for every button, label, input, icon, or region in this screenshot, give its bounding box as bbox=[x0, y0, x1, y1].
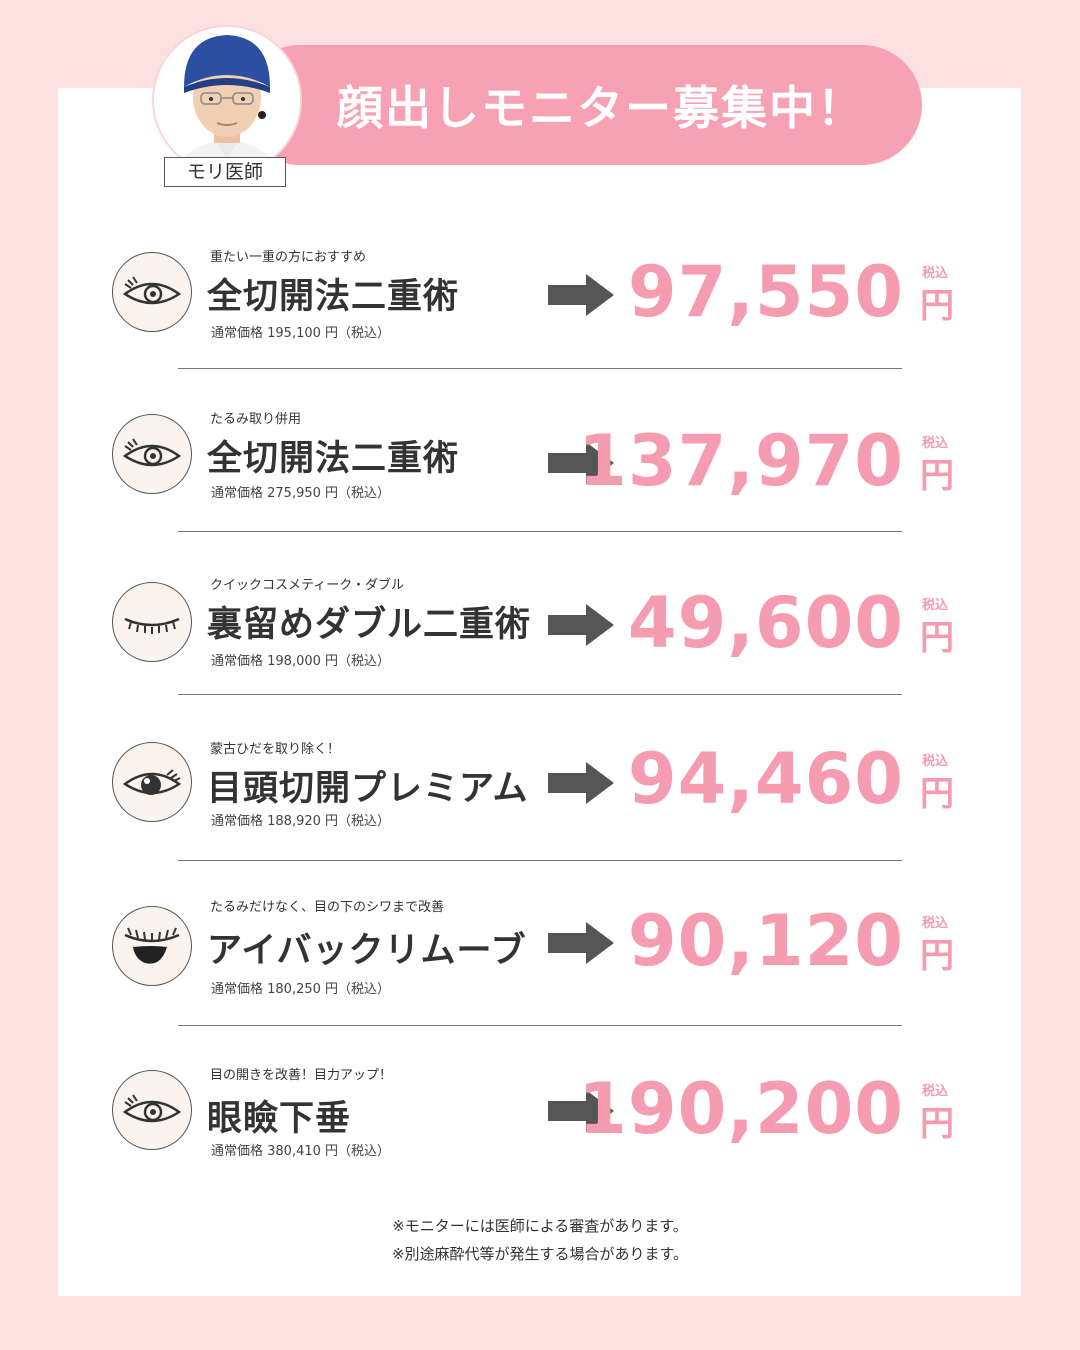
treatment-row: 蒙古ひだを取り除く！ 目頭切開プレミアム 通常価格 188,920 円（税込） … bbox=[0, 724, 1080, 844]
yen-label: 円 bbox=[920, 618, 954, 658]
under-eye-bag-icon bbox=[112, 906, 192, 986]
treatment-name: 眼瞼下垂 bbox=[207, 1099, 352, 1139]
treatment-subtitle: 目の開きを改善！目力アップ！ bbox=[210, 1068, 393, 1083]
arrow-right-icon bbox=[548, 274, 614, 316]
yen-label: 円 bbox=[920, 774, 954, 814]
arrow-right-icon bbox=[548, 922, 614, 964]
treatment-name: 全切開法二重術 bbox=[207, 439, 460, 479]
divider bbox=[178, 368, 902, 369]
divider bbox=[178, 860, 902, 861]
regular-price: 通常価格 275,950 円（税込） bbox=[211, 486, 391, 501]
open-eye-icon bbox=[112, 252, 192, 332]
yen-label: 円 bbox=[920, 936, 954, 976]
treatment-name: 裏留めダブル二重術 bbox=[207, 605, 532, 645]
monitor-price: 94,460 bbox=[627, 738, 904, 820]
divider bbox=[178, 531, 902, 532]
arrow-right-icon bbox=[548, 604, 614, 646]
large-pupil-eye-icon bbox=[112, 742, 192, 822]
doctor-name-tag: モリ医師 bbox=[164, 157, 286, 187]
treatment-row: 目の開きを改善！目力アップ！ 眼瞼下垂 通常価格 380,410 円（税込） 1… bbox=[0, 1052, 1080, 1172]
monitor-price: 137,970 bbox=[578, 420, 904, 502]
arrow-right-icon bbox=[548, 762, 614, 804]
treatment-row: 重たい一重の方におすすめ 全切開法二重術 通常価格 195,100 円（税込） … bbox=[0, 232, 1080, 352]
footnotes: ※モニターには医師による審査があります。 ※別途麻酔代等が発生する場合があります… bbox=[0, 1212, 1080, 1268]
yen-label: 円 bbox=[920, 456, 954, 496]
yen-label: 円 bbox=[920, 1104, 954, 1144]
regular-price: 通常価格 380,410 円（税込） bbox=[211, 1144, 391, 1159]
treatment-subtitle: 重たい一重の方におすすめ bbox=[210, 250, 367, 265]
open-eye-icon bbox=[112, 414, 192, 494]
footnote: ※モニターには医師による審査があります。 bbox=[392, 1217, 688, 1235]
regular-price: 通常価格 188,920 円（税込） bbox=[211, 814, 391, 829]
treatment-subtitle: 蒙古ひだを取り除く！ bbox=[210, 742, 341, 757]
treatment-row: たるみだけなく、目の下のシワまで改善 アイバックリムーブ 通常価格 180,25… bbox=[0, 886, 1080, 1006]
regular-price: 通常価格 198,000 円（税込） bbox=[211, 654, 391, 669]
monitor-price: 90,120 bbox=[627, 900, 904, 982]
treatment-subtitle: クイックコスメティーク・ダブル bbox=[210, 578, 404, 593]
monitor-price: 97,550 bbox=[627, 251, 904, 333]
treatment-name: アイバックリムーブ bbox=[207, 931, 527, 971]
header-banner: 顔出しモニター募集中！ bbox=[240, 45, 922, 165]
treatment-row: クイックコスメティーク・ダブル 裏留めダブル二重術 通常価格 198,000 円… bbox=[0, 560, 1080, 680]
yen-label: 円 bbox=[920, 286, 954, 326]
monitor-price: 190,200 bbox=[578, 1068, 904, 1150]
treatment-name: 目頭切開プレミアム bbox=[207, 769, 529, 809]
footnote: ※別途麻酔代等が発生する場合があります。 bbox=[391, 1245, 689, 1263]
doctor-avatar bbox=[152, 25, 302, 175]
treatment-subtitle: たるみだけなく、目の下のシワまで改善 bbox=[210, 900, 445, 915]
open-eye-icon bbox=[112, 1070, 192, 1150]
treatment-name: 全切開法二重術 bbox=[207, 277, 460, 317]
regular-price: 通常価格 195,100 円（税込） bbox=[211, 326, 391, 341]
divider bbox=[178, 1025, 902, 1026]
closed-eye-icon bbox=[112, 582, 192, 662]
page-title: 顔出しモニター募集中！ bbox=[337, 81, 865, 135]
divider bbox=[178, 694, 902, 695]
treatment-subtitle: たるみ取り併用 bbox=[210, 412, 302, 427]
monitor-price: 49,600 bbox=[627, 582, 904, 664]
regular-price: 通常価格 180,250 円（税込） bbox=[211, 982, 391, 997]
treatment-row: たるみ取り併用 全切開法二重術 通常価格 275,950 円（税込） 137,9… bbox=[0, 394, 1080, 514]
